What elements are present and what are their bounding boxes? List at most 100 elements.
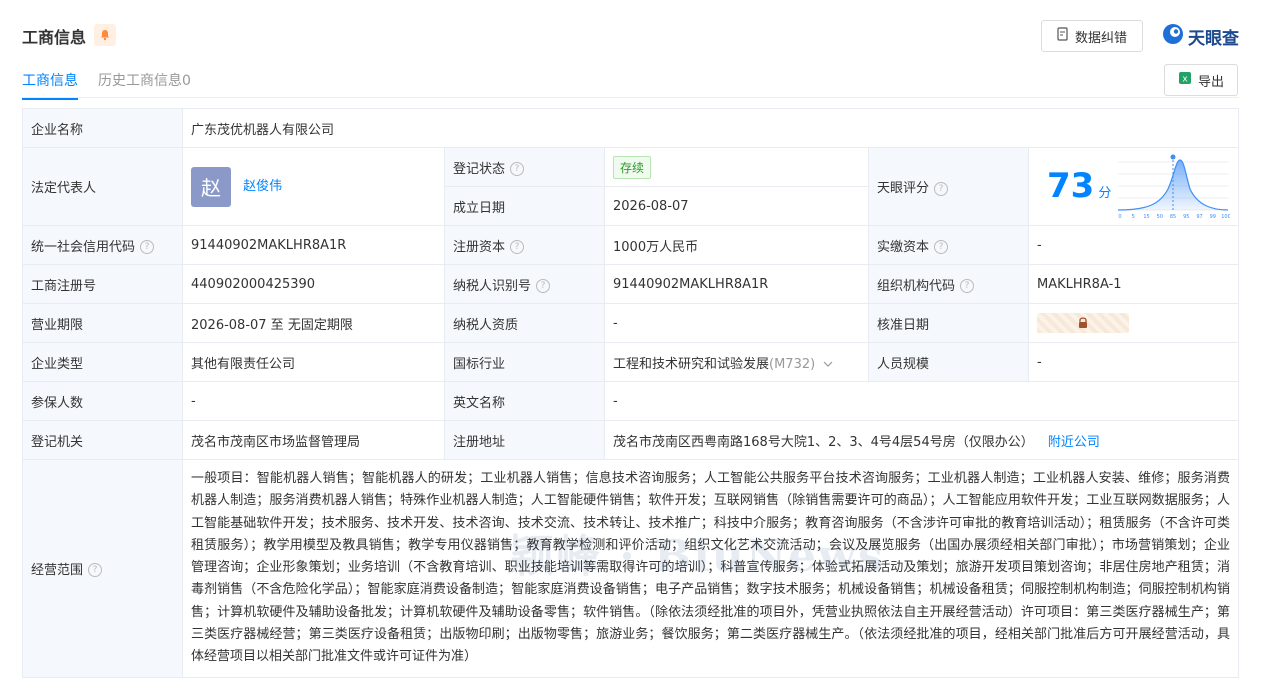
help-icon[interactable]: ?	[88, 563, 103, 578]
lock-icon	[1079, 317, 1087, 328]
export-label: 导出	[1197, 74, 1224, 90]
scope-label: 经营范围	[31, 562, 84, 578]
help-icon[interactable]: ?	[510, 162, 525, 176]
insured: -	[182, 381, 445, 421]
taxpayer-id-label: 纳税人识别号	[453, 278, 532, 294]
data-correction-label: 数据纠错	[1074, 30, 1127, 46]
avatar[interactable]: 赵	[191, 166, 231, 207]
taxpayer-id: 91440902MAKLHR8A1R	[604, 264, 869, 304]
table-row: 统一社会信用代码? 91440902MAKLHR8A1R 注册资本? 1000万…	[22, 225, 1240, 265]
reg-no: 440902000425390	[182, 264, 445, 304]
authority: 茂名市茂南区市场监督管理局	[182, 420, 445, 460]
term-label: 营业期限	[22, 303, 183, 343]
table-row: 企业名称 广东茂优机器人有限公司	[22, 108, 1240, 148]
tianyan-score-label-cell: 天眼评分?	[868, 147, 1029, 226]
founded-label: 成立日期	[444, 186, 605, 226]
table-row: 企业类型 其他有限责任公司 国标行业 工程和技术研究和试验发展(M732) 人员…	[22, 342, 1240, 382]
nearby-companies-link[interactable]: 附近公司	[1048, 435, 1100, 450]
section-title: 工商信息	[22, 28, 87, 47]
org-code-label: 组织机构代码	[877, 278, 956, 294]
taxpayer-qual: -	[604, 303, 869, 343]
score-tick-label: 99	[1210, 214, 1216, 220]
reg-no-label: 工商注册号	[22, 264, 183, 304]
industry-cell[interactable]: 工程和技术研究和试验发展(M732)	[604, 342, 869, 382]
reg-capital-label-cell: 注册资本?	[444, 225, 605, 265]
locked-value[interactable]	[1037, 313, 1129, 333]
svg-text:x: x	[1182, 75, 1188, 85]
help-icon[interactable]: ?	[960, 279, 975, 293]
address: 茂名市茂南区西粤南路168号大院1、2、3、4号4层54号房（仅限办公）	[613, 434, 1034, 450]
credit-code-label-cell: 统一社会信用代码?	[22, 225, 183, 265]
company-name-label: 企业名称	[22, 108, 183, 148]
english-name: -	[603, 381, 1240, 421]
score-distribution-chart: 0 5 15 50 85 95 97 99 100	[1118, 154, 1230, 220]
credit-code-label: 统一社会信用代码	[31, 239, 136, 255]
table-row: 营业期限 2026-08-07 至 无固定期限 纳税人资质 - 核准日期	[22, 303, 1240, 343]
help-icon[interactable]: ?	[934, 181, 949, 196]
industry-code: (M732)	[769, 356, 816, 372]
tab-history-business-info[interactable]: 历史工商信息0	[98, 70, 191, 100]
status-badge: 存续	[613, 155, 652, 179]
paid-capital: -	[1027, 225, 1240, 265]
address-label: 注册地址	[444, 420, 605, 460]
tab-divider	[22, 97, 1239, 98]
company-type: 其他有限责任公司	[182, 342, 445, 382]
taxpayer-id-label-cell: 纳税人识别号?	[444, 264, 605, 304]
business-info-table: 企业名称 广东茂优机器人有限公司 法定代表人 赵 赵俊伟 登记状态? 存续 天眼…	[22, 108, 1240, 678]
paid-capital-label: 实缴资本	[877, 239, 930, 255]
reg-capital: 1000万人民币	[604, 225, 869, 265]
staff-size: -	[1027, 342, 1240, 382]
paid-capital-label-cell: 实缴资本?	[868, 225, 1029, 265]
table-row: 参保人数 - 英文名称 -	[22, 381, 1240, 421]
score-tick-label: 85	[1170, 214, 1176, 220]
score-tick-label: 95	[1183, 214, 1189, 220]
help-icon[interactable]: ?	[140, 240, 155, 254]
score-tick-label: 50	[1157, 214, 1163, 220]
address-cell: 茂名市茂南区西粤南路168号大院1、2、3、4号4层54号房（仅限办公） 附近公…	[603, 420, 1240, 460]
table-row: 经营范围? 一般项目：智能机器人销售；智能机器人的研发；工业机器人销售；信息技术…	[22, 459, 1240, 678]
help-icon[interactable]: ?	[934, 240, 949, 254]
help-icon[interactable]: ?	[510, 240, 525, 254]
score-tick-label: 15	[1143, 214, 1149, 220]
tab-business-info[interactable]: 工商信息	[22, 70, 78, 100]
score-tick-label: 97	[1196, 214, 1202, 220]
reg-capital-label: 注册资本	[453, 239, 506, 255]
export-button[interactable]: x 导出	[1164, 64, 1238, 96]
score-tick-label: 100	[1221, 214, 1230, 220]
status-cell: 存续	[604, 147, 869, 187]
score-value-wrap: 73 分	[1047, 166, 1111, 206]
legal-rep-link[interactable]: 赵俊伟	[243, 179, 282, 194]
company-name: 广东茂优机器人有限公司	[181, 108, 1240, 148]
table-row: 工商注册号 440902000425390 纳税人识别号? 91440902MA…	[22, 264, 1240, 304]
score-unit: 分	[1098, 186, 1112, 201]
status-label-cell: 登记状态?	[444, 147, 605, 187]
tianyan-score-cell[interactable]: 73 分 0 5 15 50 85 95 97 99 100	[1027, 147, 1240, 226]
org-code: MAKLHR8A-1	[1027, 264, 1240, 304]
staff-size-label: 人员规模	[868, 342, 1029, 382]
score-tick-label: 0	[1118, 214, 1121, 220]
excel-icon: x	[1178, 71, 1192, 89]
type-label: 企业类型	[22, 342, 183, 382]
tianyan-score-label: 天眼评分	[877, 181, 930, 196]
table-row: 登记机关 茂名市茂南区市场监督管理局 注册地址 茂名市茂南区西粤南路168号大院…	[22, 420, 1240, 460]
founded-date: 2026-08-07	[604, 186, 869, 226]
tianyancha-logo: 天眼查	[1162, 23, 1239, 50]
chevron-down-icon[interactable]	[823, 357, 833, 372]
section-header: 工商信息 数据纠错 天眼查	[22, 20, 1239, 52]
table-row: 法定代表人 赵 赵俊伟 登记状态? 存续 天眼评分? 73 分 0 5 15 5…	[22, 147, 1240, 226]
status-label: 登记状态	[453, 161, 506, 177]
logo-text: 天眼查	[1188, 29, 1239, 49]
authority-label: 登记机关	[22, 420, 183, 460]
bell-icon[interactable]	[94, 24, 116, 46]
credit-code: 91440902MAKLHR8A1R	[182, 225, 445, 265]
scope-label-cell: 经营范围?	[22, 459, 183, 678]
help-icon[interactable]: ?	[536, 279, 551, 293]
tab-bar: 工商信息 历史工商信息0	[22, 70, 191, 100]
industry-label: 国标行业	[444, 342, 605, 382]
approval-date-cell	[1027, 303, 1240, 343]
score-value: 73	[1047, 166, 1095, 206]
data-correction-button[interactable]: 数据纠错	[1041, 20, 1143, 52]
insured-label: 参保人数	[22, 381, 183, 421]
approval-date-label: 核准日期	[868, 303, 1029, 343]
taxpayer-qual-label: 纳税人资质	[444, 303, 605, 343]
